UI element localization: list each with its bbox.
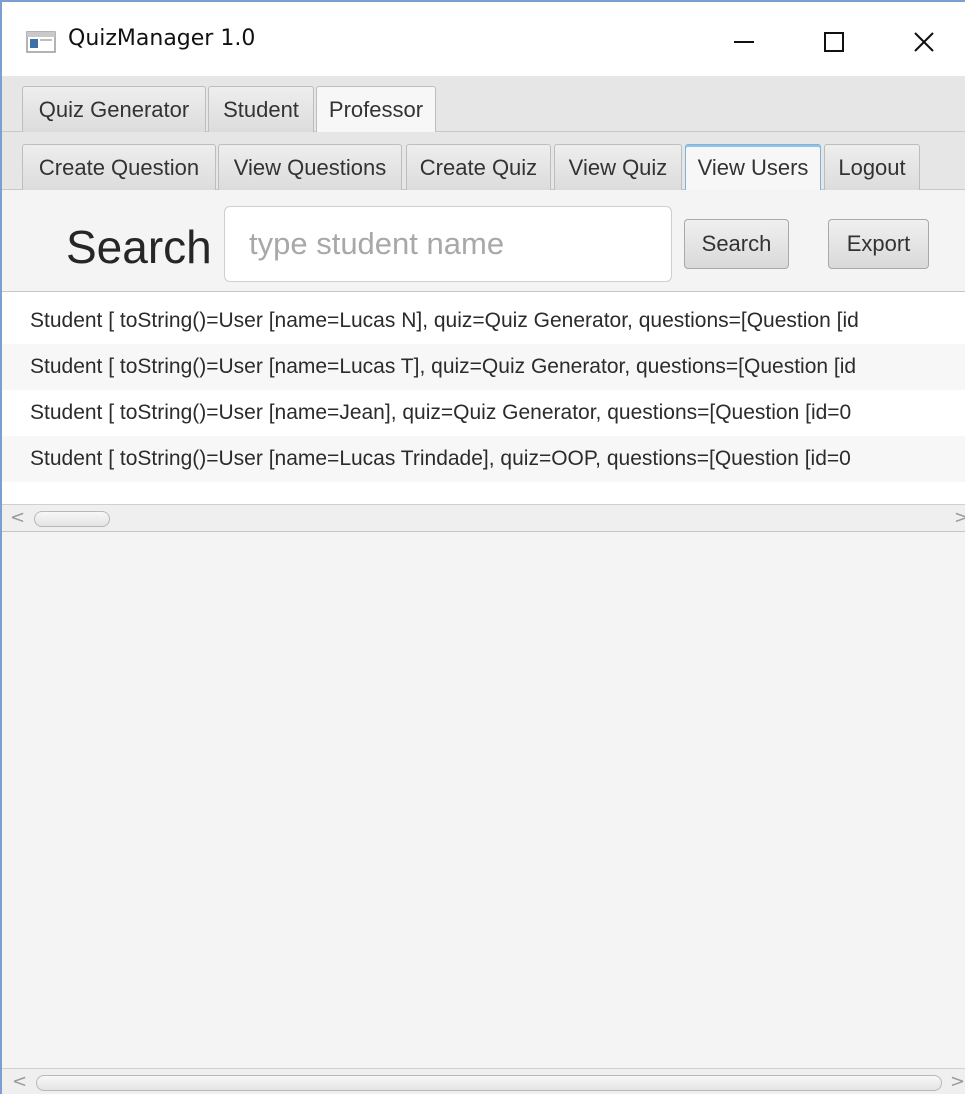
minimize-button[interactable] xyxy=(714,20,774,64)
list-horizontal-scrollbar[interactable]: < > xyxy=(2,504,965,531)
title-bar[interactable]: QuizManager 1.0 xyxy=(2,2,965,76)
search-title: Search xyxy=(66,221,212,273)
tab-quiz-generator[interactable]: Quiz Generator xyxy=(22,86,206,132)
list-item[interactable]: Student [ toString()=User [name=Lucas N]… xyxy=(2,298,965,344)
list-item[interactable]: Student [ toString()=User [name=Lucas T]… xyxy=(2,344,965,390)
view-users-panel: Search Search Export Student [ toString(… xyxy=(2,190,965,1094)
app-window: QuizManager 1.0 Quiz Generator Student P… xyxy=(0,0,965,1094)
professor-tab-bar: Create Question View Questions Create Qu… xyxy=(2,132,965,191)
scroll-left-arrow-icon[interactable]: < xyxy=(10,507,25,528)
scroll-left-arrow-icon[interactable]: < xyxy=(12,1071,27,1092)
scrollbar-thumb[interactable] xyxy=(34,511,110,527)
search-button[interactable]: Search xyxy=(684,219,789,269)
list-item[interactable]: Student [ toString()=User [name=Jean], q… xyxy=(2,390,965,436)
close-icon xyxy=(914,32,934,52)
tab-professor[interactable]: Professor xyxy=(316,86,436,133)
main-tab-bar: Quiz Generator Student Professor xyxy=(2,76,965,133)
user-list[interactable]: Student [ toString()=User [name=Lucas N]… xyxy=(2,291,965,532)
tab-view-users[interactable]: View Users xyxy=(685,144,821,191)
tab-view-quiz[interactable]: View Quiz xyxy=(554,144,682,190)
minimize-icon xyxy=(734,41,754,43)
close-button[interactable] xyxy=(894,20,954,64)
list-item[interactable]: Student [ toString()=User [name=Lucas Tr… xyxy=(2,436,965,482)
tab-create-question[interactable]: Create Question xyxy=(22,144,216,190)
tab-logout[interactable]: Logout xyxy=(824,144,920,190)
search-input[interactable] xyxy=(224,206,672,282)
scroll-right-arrow-icon[interactable]: > xyxy=(954,507,965,528)
tab-create-quiz[interactable]: Create Quiz xyxy=(406,144,551,190)
scroll-right-arrow-icon[interactable]: > xyxy=(950,1071,965,1092)
page-horizontal-scrollbar[interactable]: < > xyxy=(2,1068,965,1094)
tab-view-questions[interactable]: View Questions xyxy=(218,144,402,190)
export-button[interactable]: Export xyxy=(828,219,929,269)
app-window-icon xyxy=(26,31,56,53)
scrollbar-thumb[interactable] xyxy=(36,1075,942,1091)
tab-student[interactable]: Student xyxy=(208,86,314,132)
window-title: QuizManager 1.0 xyxy=(68,26,256,51)
maximize-icon xyxy=(824,32,844,52)
maximize-button[interactable] xyxy=(804,20,864,64)
